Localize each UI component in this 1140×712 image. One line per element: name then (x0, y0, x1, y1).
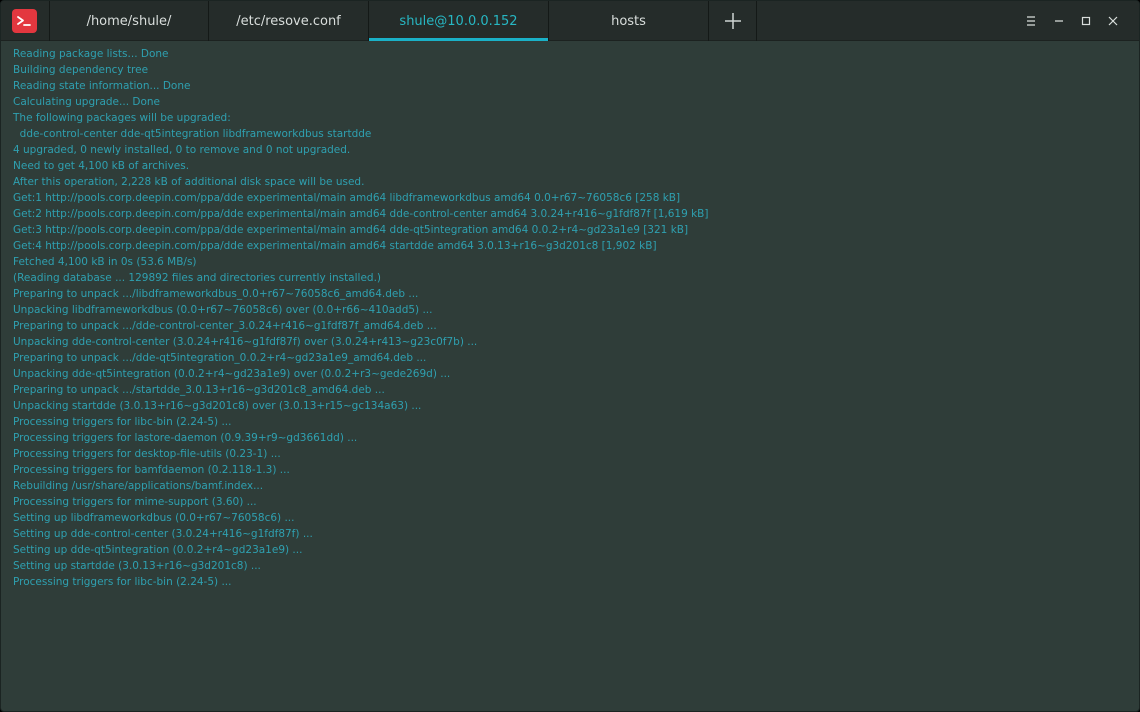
menu-button[interactable] (1021, 11, 1041, 31)
active-tab-indicator (369, 38, 548, 41)
terminal-line: Fetched 4,100 kB in 0s (53.6 MB/s) (13, 256, 197, 268)
title-bar: /home/shule/ /etc/resove.conf shule@10.0… (1, 1, 1139, 41)
terminal-line: Preparing to unpack .../dde-qt5integrati… (13, 352, 427, 364)
terminal-line: Reading package lists... Done (13, 48, 169, 60)
terminal-line: 4 upgraded, 0 newly installed, 0 to remo… (13, 144, 351, 156)
terminal-line: Setting up libdframeworkdbus (0.0+r67~76… (13, 512, 295, 524)
tab-hosts[interactable]: hosts (549, 1, 709, 41)
terminal-line: Processing triggers for mime-support (3.… (13, 496, 257, 508)
terminal-line: Rebuilding /usr/share/applications/bamf.… (13, 480, 264, 492)
terminal-line: Calculating upgrade... Done (13, 96, 160, 108)
tab-label: shule@10.0.0.152 (399, 13, 518, 29)
terminal-line: dde-control-center dde-qt5integration li… (13, 128, 372, 140)
tab-label: /home/shule/ (86, 13, 172, 29)
terminal-line: Building dependency tree (13, 64, 149, 76)
tab-label: /etc/resove.conf (236, 13, 341, 29)
terminal-line: Processing triggers for libc-bin (2.24-5… (13, 576, 232, 588)
terminal-line: Processing triggers for bamfdaemon (0.2.… (13, 464, 290, 476)
add-tab-button[interactable] (709, 1, 757, 41)
tab-ssh-session[interactable]: shule@10.0.0.152 (369, 1, 549, 41)
terminal-line: Setting up dde-qt5integration (0.0.2+r4~… (13, 544, 303, 556)
terminal-line: The following packages will be upgraded: (13, 112, 231, 124)
tab-home-shule[interactable]: /home/shule/ (49, 1, 209, 41)
terminal-line: Get:4 http://pools.corp.deepin.com/ppa/d… (13, 240, 657, 252)
terminal-line: Reading state information... Done (13, 80, 191, 92)
terminal-window: /home/shule/ /etc/resove.conf shule@10.0… (0, 0, 1140, 712)
terminal-line: Unpacking dde-control-center (3.0.24+r41… (13, 336, 478, 348)
maximize-icon (1081, 16, 1091, 26)
terminal-line: After this operation, 2,228 kB of additi… (13, 176, 365, 188)
terminal-line: Preparing to unpack .../libdframeworkdbu… (13, 288, 419, 300)
terminal-line: Processing triggers for desktop-file-uti… (13, 448, 281, 460)
terminal-line: Preparing to unpack .../dde-control-cent… (13, 320, 437, 332)
terminal-line: Processing triggers for lastore-daemon (… (13, 432, 358, 444)
terminal-line: Need to get 4,100 kB of archives. (13, 160, 190, 172)
terminal-line: Unpacking libdframeworkdbus (0.0+r67~760… (13, 304, 433, 316)
terminal-line: Preparing to unpack .../startdde_3.0.13+… (13, 384, 385, 396)
terminal-line: Unpacking startdde (3.0.13+r16~g3d201c8)… (13, 400, 422, 412)
close-icon (1108, 16, 1118, 26)
plus-icon (725, 13, 741, 29)
terminal-line: Get:3 http://pools.corp.deepin.com/ppa/d… (13, 224, 689, 236)
terminal-output[interactable]: Reading package lists... Done Building de… (13, 46, 1133, 590)
terminal-line: Get:1 http://pools.corp.deepin.com/ppa/d… (13, 192, 681, 204)
maximize-button[interactable] (1076, 11, 1096, 31)
minimize-button[interactable] (1049, 11, 1069, 31)
hamburger-menu-icon (1027, 16, 1035, 26)
tab-label: hosts (611, 13, 646, 29)
terminal-line: Setting up startdde (3.0.13+r16~g3d201c8… (13, 560, 261, 572)
terminal-line: (Reading database ... 129892 files and d… (13, 272, 382, 284)
terminal-line: Setting up dde-control-center (3.0.24+r4… (13, 528, 313, 540)
tab-etc-resove-conf[interactable]: /etc/resove.conf (209, 1, 369, 41)
minimize-icon (1055, 20, 1063, 22)
close-button[interactable] (1103, 11, 1123, 31)
terminal-line: Unpacking dde-qt5integration (0.0.2+r4~g… (13, 368, 451, 380)
terminal-line: Get:2 http://pools.corp.deepin.com/ppa/d… (13, 208, 709, 220)
terminal-icon[interactable] (12, 9, 37, 33)
terminal-line: Processing triggers for libc-bin (2.24-5… (13, 416, 232, 428)
